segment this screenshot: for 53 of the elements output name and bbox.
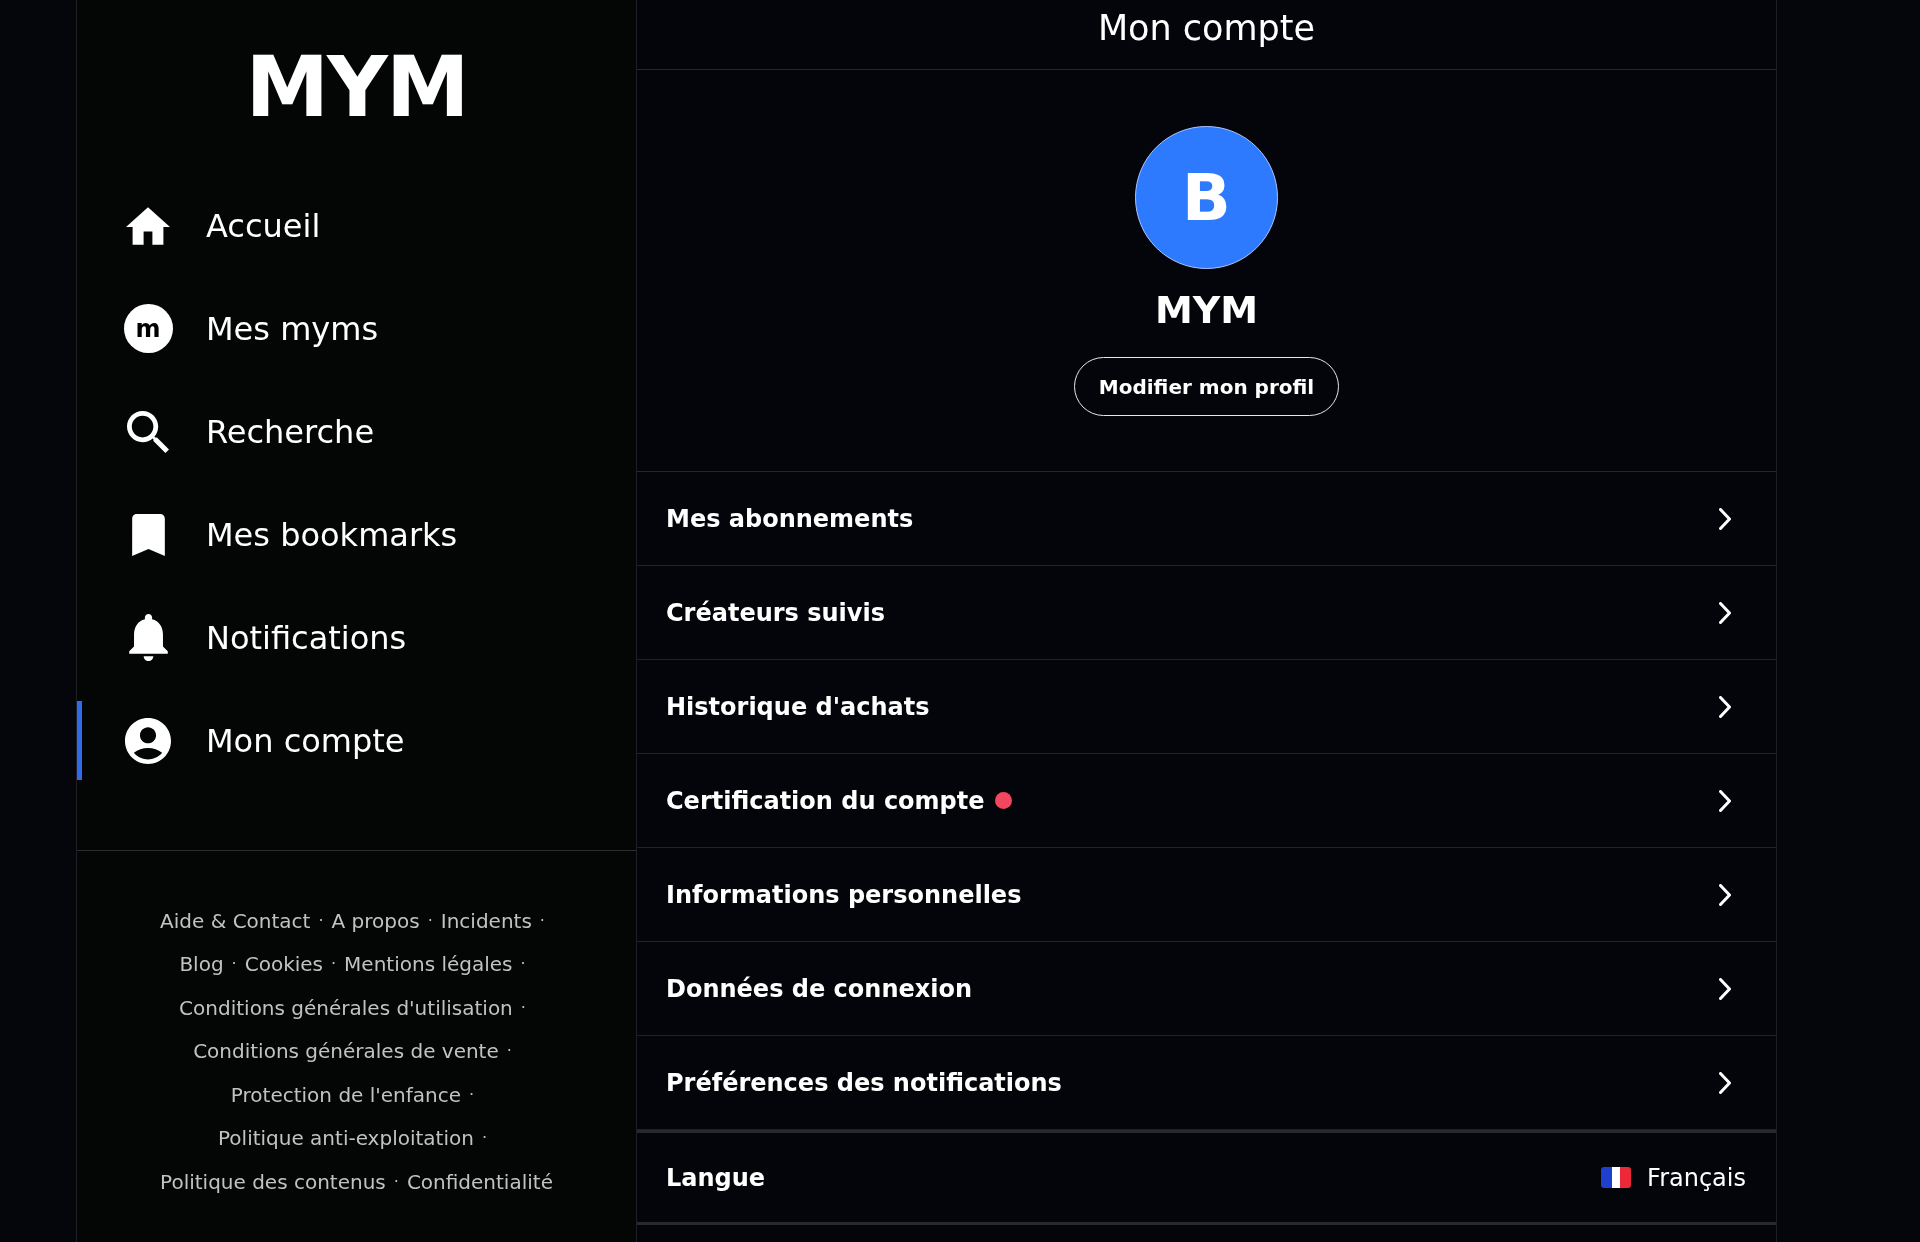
- footer-link[interactable]: Incidents: [440, 905, 532, 936]
- footer-link[interactable]: Protection de l'enfance: [230, 1079, 462, 1110]
- footer-link[interactable]: Conditions générales de vente: [193, 1036, 499, 1067]
- chevron-right-icon: [1719, 601, 1731, 624]
- menu-row[interactable]: Historique d'achats: [637, 660, 1776, 754]
- separator-dot: ·: [520, 996, 526, 1019]
- footer-link[interactable]: Cookies: [244, 949, 323, 980]
- footer-link[interactable]: Politique des contenus: [160, 1166, 386, 1197]
- language-selector[interactable]: Français: [1601, 1159, 1746, 1196]
- separator-dot: ·: [318, 909, 324, 932]
- separator-dot: ·: [427, 909, 433, 932]
- footer-link[interactable]: Politique anti-exploitation: [218, 1123, 474, 1154]
- chevron-right-icon: [1719, 789, 1731, 812]
- separator-dot: ·: [331, 953, 337, 976]
- nav-item[interactable]: m Mes myms: [77, 289, 636, 368]
- separator-dot: ·: [506, 1040, 512, 1063]
- footer-link[interactable]: Conditions générales d'utilisation: [179, 992, 513, 1023]
- nav-item[interactable]: Recherche: [77, 392, 636, 471]
- menu-row[interactable]: Créateurs suivis: [637, 566, 1776, 660]
- footer-link[interactable]: Confidentialité: [406, 1166, 553, 1197]
- menu-row[interactable]: Mes abonnements: [637, 472, 1776, 566]
- flag-icon: [1601, 1167, 1632, 1188]
- separator-dot: ·: [520, 953, 526, 976]
- footer-link[interactable]: Blog: [179, 949, 224, 980]
- nav-item[interactable]: Mes bookmarks: [77, 495, 636, 574]
- page-title: Mon compte: [1097, 7, 1316, 50]
- bell-icon: [128, 614, 168, 661]
- bookmark-icon: [131, 513, 165, 556]
- chevron-right-icon: [1719, 1071, 1731, 1094]
- chevron-right-icon: [1719, 883, 1731, 906]
- separator-dot: ·: [393, 1170, 399, 1193]
- footer-link[interactable]: Mentions légales: [344, 949, 513, 980]
- separator-dot: ·: [481, 1127, 487, 1150]
- separator-dot: ·: [231, 953, 237, 976]
- footer-link[interactable]: Aide & Contact: [160, 905, 311, 936]
- menu-row[interactable]: Préférences des notifications: [637, 1036, 1776, 1130]
- nav-item[interactable]: Notifications: [77, 598, 636, 677]
- avatar: B: [1135, 126, 1278, 269]
- setting-label: Langue: [666, 1162, 766, 1194]
- menu-row[interactable]: Données de connexion: [637, 942, 1776, 1036]
- chevron-right-icon: [1719, 977, 1731, 1000]
- menu-row[interactable]: Informations personnelles: [637, 848, 1776, 942]
- home-icon: [126, 206, 170, 245]
- logo: MYM: [245, 45, 468, 129]
- chevron-right-icon: [1719, 695, 1731, 718]
- menu-row[interactable]: Certification du compte: [637, 754, 1776, 848]
- nav-item[interactable]: Accueil: [77, 186, 636, 265]
- chevron-right-icon: [1719, 507, 1731, 530]
- search-icon: [127, 410, 169, 453]
- separator-dot: ·: [539, 909, 545, 932]
- footer-link[interactable]: A propos: [331, 905, 420, 936]
- separator-dot: ·: [469, 1083, 475, 1106]
- profile-name: MYM: [1154, 287, 1259, 334]
